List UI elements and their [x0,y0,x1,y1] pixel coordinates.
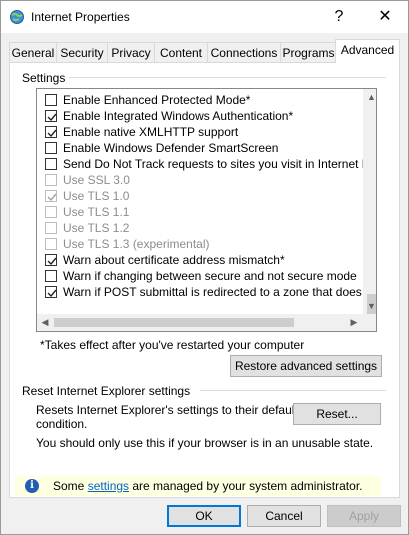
tab-security[interactable]: Security [56,42,108,63]
settings-item-label: Enable Enhanced Protected Mode* [63,93,251,107]
title-bar: Internet Properties ? ✕ [1,1,408,33]
cancel-button[interactable]: Cancel [247,505,321,527]
apply-button[interactable]: Apply [327,505,401,527]
settings-item-label: Use TLS 1.0 [63,189,130,203]
managed-settings-infobar: i Some settings are managed by your syst… [15,476,381,496]
close-icon: ✕ [378,8,392,25]
settings-item-label: Use SSL 3.0 [63,173,130,187]
tab-content[interactable]: Content [154,42,208,63]
settings-list[interactable]: Enable Enhanced Protected Mode* Enable In… [36,88,377,332]
tab-advanced[interactable]: Advanced [335,39,400,63]
horizontal-scrollbar[interactable]: ◀ ▶ [37,314,363,331]
help-button[interactable]: ? [316,1,362,33]
scroll-down-icon[interactable]: ▼ [363,301,376,311]
infobar-text: Some settings are managed by your system… [53,479,363,493]
reset-group-label: Reset Internet Explorer settings [22,384,195,398]
checkmark-icon [47,193,57,202]
settings-item-label: Warn if POST submittal is redirected to … [63,285,372,299]
settings-item-label: Use TLS 1.3 (experimental) [63,237,210,251]
checkbox-checked[interactable] [45,126,57,138]
checkmark-icon [47,113,57,122]
internet-properties-dialog: Internet Properties ? ✕ General Security… [0,0,409,535]
checkbox-unchecked[interactable] [45,174,57,186]
scrollbar-corner [363,314,376,331]
restore-advanced-settings-button[interactable]: Restore advanced settings [230,355,382,377]
checkbox-unchecked[interactable] [45,270,57,282]
settings-item-label: Use TLS 1.2 [63,221,130,235]
settings-item-label: Enable native XMLHTTP support [63,125,239,139]
tab-connections[interactable]: Connections [207,42,281,63]
settings-item-label: Use TLS 1.1 [63,205,130,219]
reset-button[interactable]: Reset... [293,403,381,425]
reset-description-line2: condition. [36,417,88,431]
checkbox-unchecked[interactable] [45,222,57,234]
scroll-left-icon[interactable]: ◀ [39,317,51,328]
settings-item-label: Warn about certificate address mismatch* [63,253,285,267]
reset-group-divider [200,390,386,391]
checkbox-unchecked[interactable] [45,158,57,170]
checkbox-unchecked[interactable] [45,94,57,106]
internet-globe-icon [9,9,25,25]
settings-item-label: Enable Windows Defender SmartScreen [63,141,279,155]
checkbox-checked[interactable] [45,190,57,202]
advanced-panel: Settings Enable Enhanced Protected Mode*… [9,62,400,498]
tab-general[interactable]: General [9,42,57,63]
settings-group-label: Settings [22,71,70,85]
checkbox-checked[interactable] [45,254,57,266]
reset-description-line1: Resets Internet Explorer's settings to t… [36,403,298,417]
tab-programs[interactable]: Programs [280,42,337,63]
settings-link[interactable]: settings [88,479,129,493]
tab-privacy[interactable]: Privacy [107,42,155,63]
vertical-scrollbar[interactable]: ▲ ▼ [363,89,376,316]
horizontal-scroll-thumb[interactable] [54,318,294,327]
tab-strip: General Security Privacy Content Connect… [9,39,400,63]
checkbox-checked[interactable] [45,286,57,298]
close-button[interactable]: ✕ [362,1,408,33]
restart-footnote: *Takes effect after you've restarted you… [40,338,305,352]
checkbox-checked[interactable] [45,110,57,122]
scroll-right-icon[interactable]: ▶ [348,317,360,328]
checkmark-icon [47,257,57,266]
ok-button[interactable]: OK [167,505,241,527]
checkbox-unchecked[interactable] [45,206,57,218]
checkbox-unchecked[interactable] [45,238,57,250]
checkmark-icon [47,289,57,298]
settings-item-label: Warn if changing between secure and not … [63,269,357,283]
info-icon: i [25,479,39,493]
settings-item-label: Send Do Not Track requests to sites you … [63,157,370,171]
settings-group-divider [24,77,386,78]
checkmark-icon [47,129,57,138]
checkbox-unchecked[interactable] [45,142,57,154]
reset-warning: You should only use this if your browser… [36,436,374,450]
window-title: Internet Properties [31,10,130,24]
scroll-up-icon[interactable]: ▲ [363,92,376,102]
settings-item-label: Enable Integrated Windows Authentication… [63,109,294,123]
